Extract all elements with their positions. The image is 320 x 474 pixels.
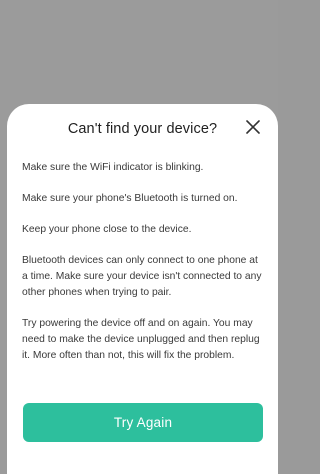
tip-keep-close: Keep your phone close to the device. — [22, 224, 192, 235]
close-icon — [246, 120, 260, 134]
help-bottom-sheet: Can't find your device? Make sure the Wi… — [7, 104, 278, 474]
close-button[interactable] — [244, 118, 262, 136]
try-again-button[interactable]: Try Again — [23, 403, 263, 442]
sheet-title: Can't find your device? — [67, 121, 218, 137]
tip-one-phone: Bluetooth devices can only connect to on… — [22, 255, 262, 298]
tip-wifi-indicator: Make sure the WiFi indicator is blinking… — [22, 162, 204, 173]
troubleshooting-tips: Make sure the WiFi indicator is blinking… — [22, 160, 265, 364]
tip-bluetooth-on: Make sure your phone's Bluetooth is turn… — [22, 193, 238, 204]
tip-power-cycle: Try powering the device off and on again… — [22, 318, 260, 361]
